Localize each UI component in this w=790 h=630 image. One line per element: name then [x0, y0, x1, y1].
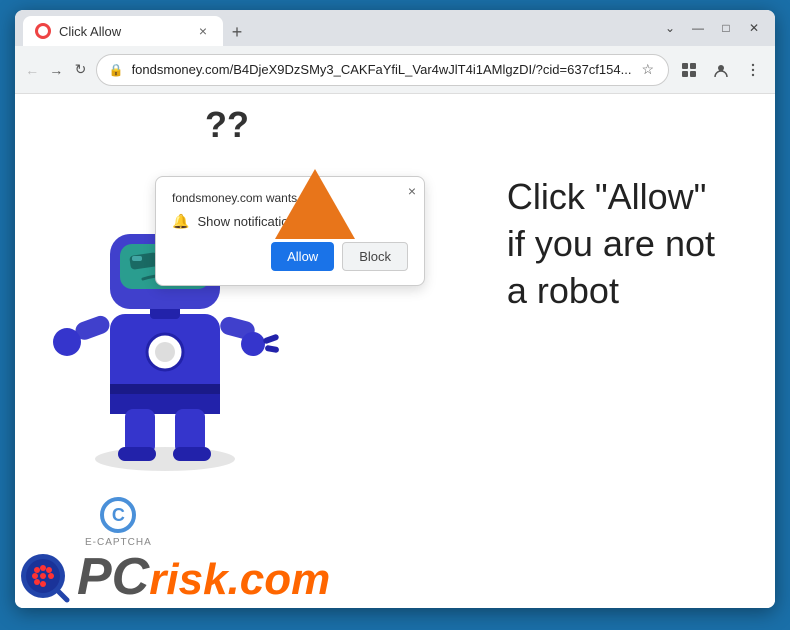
chevron-down-icon[interactable]: ⌄ — [657, 15, 683, 41]
pcrisk-com: com — [240, 555, 330, 605]
menu-icon[interactable] — [739, 56, 767, 84]
window-controls: ⌄ — □ ✕ — [657, 15, 767, 41]
arrow-indicator — [270, 164, 360, 259]
ecaptcha-label: E-CAPTCHA — [85, 537, 152, 548]
tab-strip: Click Allow × + — [23, 10, 653, 46]
browser-window: Click Allow × + ⌄ — □ ✕ ← → ↻ 🔒 fondsmon… — [15, 10, 775, 608]
pcrisk-risk: risk — [149, 558, 227, 602]
main-text-line1: Click "Allow" — [507, 174, 715, 221]
ecaptcha-c-icon: C — [100, 497, 136, 533]
page-content: × fondsmoney.com wants to... 🔔 Show noti… — [15, 94, 775, 608]
popup-close-button[interactable]: × — [408, 183, 416, 199]
forward-button[interactable]: → — [47, 56, 65, 84]
url-bar-right: ☆ — [639, 59, 656, 80]
new-tab-button[interactable]: + — [223, 18, 251, 46]
back-button[interactable]: ← — [23, 56, 41, 84]
lock-icon: 🔒 — [109, 63, 124, 77]
main-text-line2: if you are not — [507, 221, 715, 268]
tab-title: Click Allow — [59, 24, 187, 39]
pcrisk-text: PC risk . com — [77, 551, 330, 605]
tab-favicon — [35, 23, 51, 39]
bookmark-icon[interactable]: ☆ — [639, 59, 656, 80]
title-bar: Click Allow × + ⌄ — □ ✕ — [15, 10, 775, 46]
main-text: Click "Allow" if you are not a robot — [507, 174, 715, 314]
pcrisk-icon — [15, 548, 75, 608]
ecaptcha-logo: C E-CAPTCHA — [85, 497, 152, 548]
refresh-button[interactable]: ↻ — [71, 56, 89, 84]
extensions-icon[interactable] — [675, 56, 703, 84]
url-text: fondsmoney.com/B4DjeX9DzSMy3_CAKFaYfiL_V… — [132, 62, 632, 77]
pcrisk-dot: . — [228, 555, 240, 605]
profile-icon[interactable] — [707, 56, 735, 84]
restore-button[interactable]: □ — [713, 15, 739, 41]
pcrisk-logo: PC risk . com — [15, 548, 330, 608]
bell-icon: 🔔 — [172, 213, 189, 230]
main-text-line3: a robot — [507, 268, 715, 315]
toolbar-right — [675, 56, 767, 84]
close-button[interactable]: ✕ — [741, 15, 767, 41]
active-tab[interactable]: Click Allow × — [23, 16, 223, 46]
question-marks: ?? — [205, 104, 249, 146]
url-bar[interactable]: 🔒 fondsmoney.com/B4DjeX9DzSMy3_CAKFaYfiL… — [96, 54, 669, 86]
minimize-button[interactable]: — — [685, 15, 711, 41]
address-bar: ← → ↻ 🔒 fondsmoney.com/B4DjeX9DzSMy3_CAK… — [15, 46, 775, 94]
pcrisk-pc: PC — [77, 551, 149, 603]
tab-close-button[interactable]: × — [195, 21, 211, 41]
